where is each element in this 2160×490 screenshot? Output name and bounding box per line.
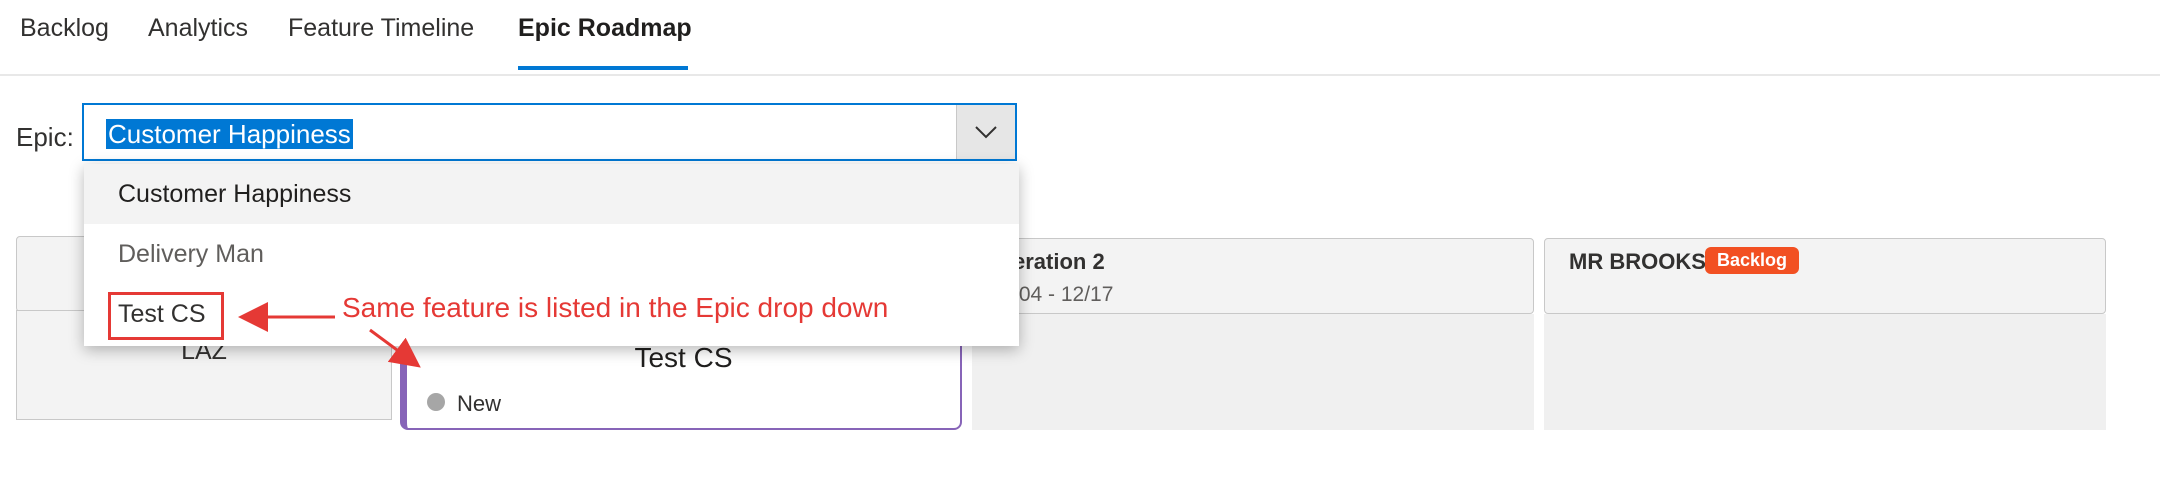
arrow-down-icon <box>369 328 421 368</box>
annotation-arrows <box>238 302 421 368</box>
annotation-text: Same feature is listed in the Epic drop … <box>342 292 889 323</box>
